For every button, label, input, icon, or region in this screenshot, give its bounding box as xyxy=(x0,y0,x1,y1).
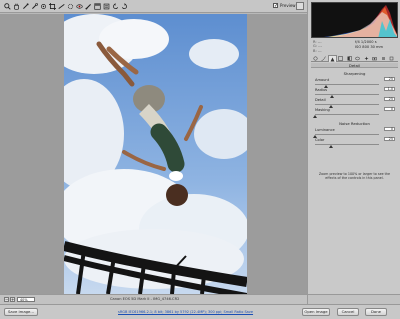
detail-value[interactable]: 25 xyxy=(384,97,395,101)
zoom-out-button[interactable]: − xyxy=(4,297,9,302)
detail-label: Detail xyxy=(315,98,326,102)
fullscreen-button[interactable] xyxy=(296,2,304,10)
camera-readout: R: --- G: --- B: --- f/4 1/2000 s ISO 80… xyxy=(311,40,398,54)
workflow-options-link[interactable]: sRGB IEC61966-2.1; 8 bit; 3861 by 5792 (… xyxy=(118,310,253,314)
tab-presets[interactable] xyxy=(379,55,388,62)
preferences-icon[interactable] xyxy=(102,2,110,10)
tab-detail[interactable] xyxy=(328,55,337,62)
radius-thumb[interactable] xyxy=(330,95,335,98)
done-button[interactable]: Done xyxy=(365,308,387,316)
tab-camera-calibration[interactable] xyxy=(371,55,380,62)
masking-label: Masking xyxy=(315,108,330,112)
radius-slider[interactable] xyxy=(315,94,379,95)
color-label: Color xyxy=(315,138,325,142)
color-slider[interactable] xyxy=(315,144,379,145)
white-balance-icon[interactable] xyxy=(21,2,29,10)
luminance-slider[interactable] xyxy=(315,134,379,135)
tab-hsl[interactable] xyxy=(337,55,346,62)
zoom-icon[interactable] xyxy=(3,2,11,10)
rotate-right-icon[interactable] xyxy=(120,2,128,10)
noise-reduction-title: Noise Reduction xyxy=(339,121,370,126)
save-image-button[interactable]: Save Image... xyxy=(4,308,38,316)
graduated-filter-icon[interactable] xyxy=(93,2,101,10)
file-name: Canon EOS 5D Mark II - IMG_4746.CR2 xyxy=(110,297,180,301)
radius-value[interactable]: 1.0 xyxy=(384,87,395,91)
panel-title: Detail xyxy=(311,63,398,68)
straighten-icon[interactable] xyxy=(57,2,65,10)
adjustment-brush-icon[interactable] xyxy=(84,2,92,10)
masking-thumb[interactable] xyxy=(313,115,317,118)
photo-preview xyxy=(64,14,247,294)
target-adjust-icon[interactable] xyxy=(39,2,47,10)
red-eye-icon[interactable] xyxy=(75,2,83,10)
crop-icon[interactable] xyxy=(48,2,56,10)
bottom-bar: Save Image... sRGB IEC61966-2.1; 8 bit; … xyxy=(0,304,400,319)
hand-icon[interactable] xyxy=(12,2,20,10)
spot-removal-icon[interactable] xyxy=(66,2,74,10)
preview-label: Preview xyxy=(280,3,296,8)
open-image-button[interactable]: Open Image xyxy=(302,308,330,316)
masking-slider[interactable] xyxy=(315,114,379,115)
zoom-in-button[interactable]: + xyxy=(10,297,15,302)
cancel-button[interactable]: Cancel xyxy=(337,308,359,316)
color-thumb[interactable] xyxy=(329,145,333,148)
rotate-left-icon[interactable] xyxy=(111,2,119,10)
zoom-hint: Zoom preview to 100% or larger to see th… xyxy=(318,172,391,180)
detail-slider[interactable] xyxy=(315,104,379,105)
tab-effects[interactable] xyxy=(362,55,371,62)
masking-value[interactable]: 0 xyxy=(384,107,395,111)
histogram xyxy=(311,2,398,38)
tab-snapshots[interactable] xyxy=(388,55,397,62)
exif-iso-focal: ISO 800 30 mm xyxy=(355,45,384,49)
amount-label: Amount xyxy=(315,78,330,82)
luminance-label: Luminance xyxy=(315,128,335,132)
color-value[interactable]: 25 xyxy=(384,137,395,141)
luminance-value[interactable]: 0 xyxy=(384,127,395,131)
panel-footer xyxy=(307,294,400,304)
image-canvas[interactable] xyxy=(0,14,307,294)
tab-split-toning[interactable] xyxy=(345,55,354,62)
exif-aperture-shutter: f/4 1/2000 s xyxy=(355,40,377,44)
sharpening-title: Sharpening xyxy=(343,71,366,76)
tab-basic[interactable] xyxy=(311,55,320,62)
zoom-level[interactable]: 40% xyxy=(17,297,35,302)
preview-toggle[interactable]: ✓ Preview xyxy=(273,3,296,9)
tab-lens-corrections[interactable] xyxy=(354,55,363,62)
preview-checkbox[interactable]: ✓ xyxy=(273,3,278,9)
color-sampler-icon[interactable] xyxy=(30,2,38,10)
rgb-readout: R: --- G: --- B: --- xyxy=(313,40,323,53)
status-bar: − + 40% Canon EOS 5D Mark II - IMG_4746.… xyxy=(0,294,307,304)
tab-tone-curve[interactable] xyxy=(320,55,329,62)
radius-label: Radius xyxy=(315,88,328,92)
adjustment-panel: R: --- G: --- B: --- f/4 1/2000 s ISO 80… xyxy=(307,0,400,294)
panel-tabs xyxy=(311,55,398,62)
amount-value[interactable]: 25 xyxy=(384,77,395,81)
